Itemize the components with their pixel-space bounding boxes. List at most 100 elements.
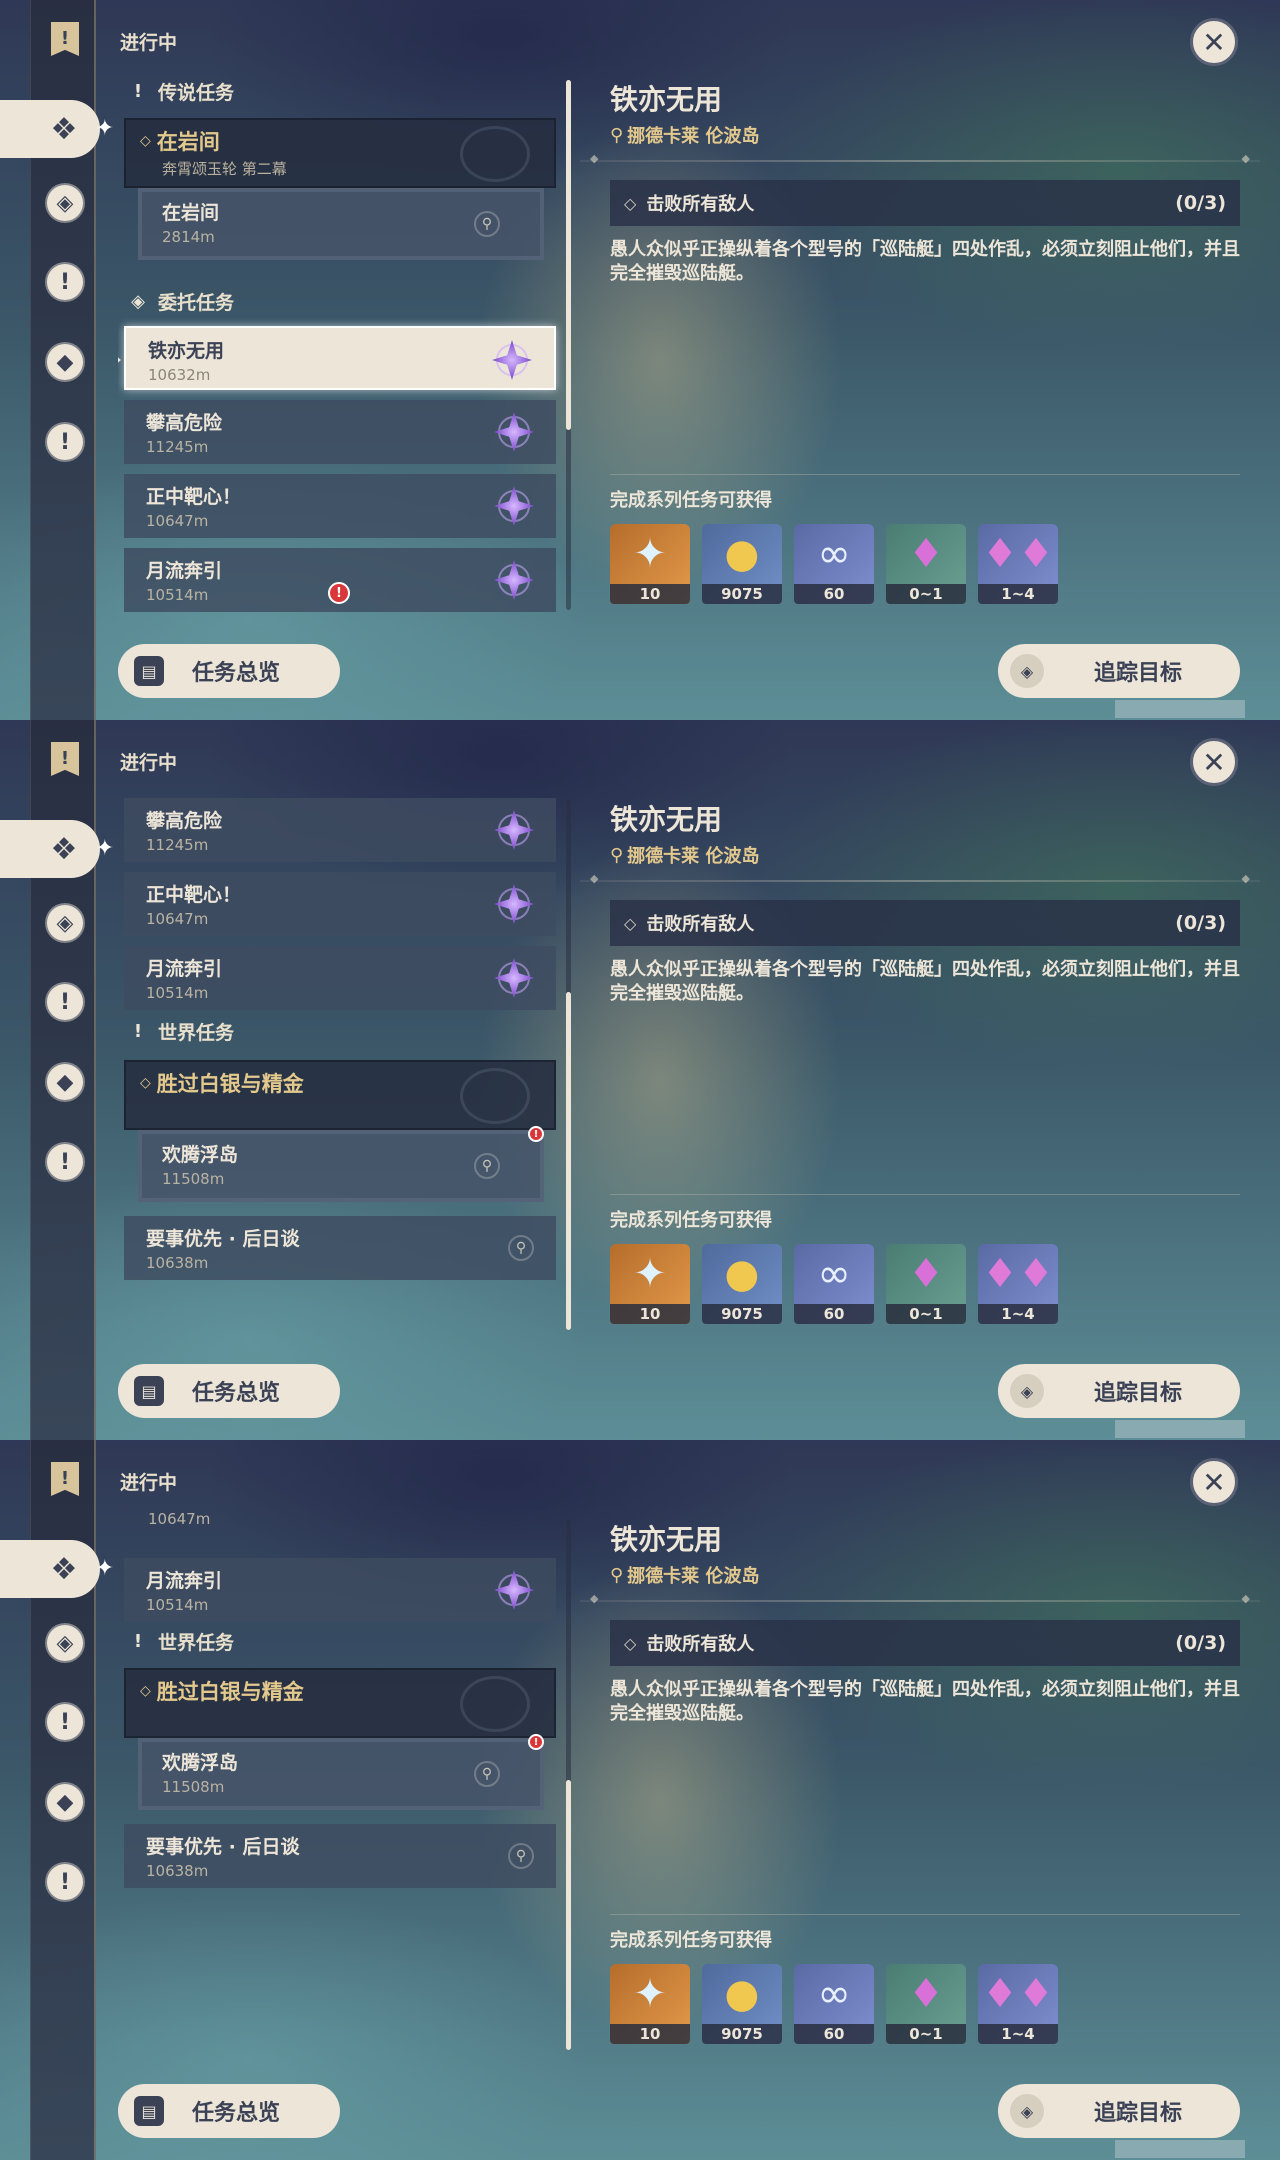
rewards-label: 完成系列任务可获得 (610, 1210, 772, 1231)
commission-icon[interactable]: ❖ (0, 820, 114, 878)
quest-distance: 2814m (162, 228, 215, 246)
primogem-icon[interactable]: ✦ 10 (610, 524, 690, 604)
scrollbar[interactable] (566, 80, 571, 610)
archon-icon[interactable]: ◈ (45, 1623, 85, 1663)
quest-item[interactable]: 攀高危险 11245m (124, 400, 556, 464)
primogem-icon[interactable]: ✦ 10 (610, 1964, 690, 2044)
reward-qty: 10 (610, 584, 690, 604)
quest-name: 正中靶心！ (146, 486, 242, 508)
mora-icon[interactable]: ● 9075 (702, 1964, 782, 2044)
alert-icon: ! (528, 1734, 544, 1750)
detail-location: ⚲ 挪德卡莱 伦波岛 (610, 842, 759, 868)
quest-book-icon[interactable]: ! (45, 18, 85, 58)
event-icon[interactable]: ◆ (45, 1062, 85, 1102)
quest-name: 欢腾浮岛 (162, 1752, 239, 1774)
crystal-icon[interactable]: ♦ 0~1 (886, 1964, 966, 2044)
archon-icon[interactable]: ◈ (45, 903, 85, 943)
objective-diamond-icon: ◇ (624, 1633, 637, 1653)
crystal-cluster-icon[interactable]: ♦♦ 1~4 (978, 524, 1058, 604)
location-pin-icon: ⚲ (508, 1235, 534, 1261)
quest-item[interactable]: 要事优先 · 后日谈 10638m ⚲ (124, 1824, 556, 1888)
event-icon[interactable]: ◆ (45, 1782, 85, 1822)
overview-label: 任务总览 (192, 661, 281, 686)
scrollbar-thumb[interactable] (566, 1780, 571, 2050)
location-pin-icon: ⚲ (610, 124, 624, 146)
quest-book-icon[interactable]: ! (45, 1458, 85, 1498)
quest-item[interactable]: 欢腾浮岛 11508m ⚲ (138, 1738, 544, 1810)
archon-icon[interactable]: ◈ (45, 183, 85, 223)
scrollbar[interactable] (566, 800, 571, 1330)
series-emblem-icon (460, 1068, 530, 1124)
exclamation-icon[interactable]: ! (45, 1862, 85, 1902)
world-quest-icon[interactable]: ! (45, 982, 85, 1022)
world-quest-icon[interactable]: ! (45, 262, 85, 302)
quest-item-selected[interactable]: 铁亦无用 10632m (118, 326, 556, 390)
detail-location: ⚲ 挪德卡莱 伦波岛 (610, 1562, 759, 1588)
adventure-exp-icon[interactable]: ∞ 60 (794, 1964, 874, 2044)
detail-title: 铁亦无用 (610, 1523, 723, 1556)
location-pin-icon: ⚲ (610, 844, 624, 866)
quest-item[interactable]: 月流奔引 10514m (124, 1558, 556, 1622)
rewards-label: 完成系列任务可获得 (610, 1930, 772, 1951)
reward-qty: 1~4 (978, 2024, 1058, 2044)
commission-icon[interactable]: ❖ (0, 1540, 114, 1598)
crystal-cluster-icon[interactable]: ♦♦ 1~4 (978, 1964, 1058, 2044)
adventure-exp-icon[interactable]: ∞ 60 (794, 524, 874, 604)
quest-name: 攀高危险 (146, 810, 223, 832)
exclamation-icon: ! (133, 1020, 143, 1042)
detail-location: ⚲ 挪德卡莱 伦波岛 (610, 122, 759, 148)
objective-row: ◇ 击败所有敌人 (0/3) (610, 900, 1240, 946)
quest-description: 愚人众似乎正操纵着各个型号的「巡陆艇」四处作乱，必须立刻阻止他们，并且完全摧毁巡… (610, 239, 1240, 284)
exclamation-icon: ! (133, 80, 143, 102)
scrollbar-thumb[interactable] (566, 992, 571, 1330)
reward-qty: 0~1 (886, 2024, 966, 2044)
quest-distance: 11245m (146, 836, 209, 854)
quest-list: 攀高危险 11245m 正中靶心！ 10647m 月流奔引 10514m ! 世… (118, 792, 568, 1332)
mora-icon[interactable]: ● 9075 (702, 524, 782, 604)
event-icon[interactable]: ◆ (45, 342, 85, 382)
scrollbar[interactable] (566, 1520, 571, 2050)
adventure-exp-icon[interactable]: ∞ 60 (794, 1244, 874, 1324)
reward-qty: 1~4 (978, 584, 1058, 604)
diamond-icon: ◇ (140, 1683, 151, 1699)
series-legend[interactable]: ◇ 在岩间 奔霄颂玉轮 第二幕 (124, 118, 556, 188)
quest-overview-button[interactable]: ▤ 任务总览 (118, 644, 340, 698)
quest-item[interactable]: 要事优先 · 后日谈 10638m ⚲ (124, 1216, 556, 1280)
quest-book-icon[interactable]: ! (45, 738, 85, 778)
quest-item[interactable]: 欢腾浮岛 11508m ⚲ (138, 1130, 544, 1202)
crystal-cluster-icon[interactable]: ♦♦ 1~4 (978, 1244, 1058, 1324)
world-quest-icon[interactable]: ! (45, 1702, 85, 1742)
quest-item[interactable]: 攀高危险 11245m (124, 798, 556, 862)
reward-qty: 9075 (702, 584, 782, 604)
series-world[interactable]: ◇ 胜过白银与精金 (124, 1668, 556, 1738)
reward-list: ✦ 10 ● 9075 ∞ 60 ♦ 0~1 ♦♦ 1~4 (610, 1964, 1058, 2044)
commission-icon[interactable]: ❖ (0, 100, 114, 158)
series-title: 在岩间 (156, 130, 220, 154)
location-pin-icon: ⚲ (474, 1761, 500, 1787)
crystal-icon[interactable]: ♦ 0~1 (886, 524, 966, 604)
overview-label: 任务总览 (192, 2101, 281, 2126)
objective-count: (0/3) (1175, 192, 1226, 214)
quest-item[interactable]: 正中靶心！ 10647m (124, 474, 556, 538)
objective-diamond-icon: ◇ (624, 193, 637, 213)
exclamation-icon: ! (133, 1630, 143, 1652)
exclamation-icon[interactable]: ! (45, 422, 85, 462)
quest-item[interactable]: 在岩间 2814m ⚲ (138, 188, 544, 260)
objective-row: ◇ 击败所有敌人 (0/3) (610, 180, 1240, 226)
crystal-icon[interactable]: ♦ 0~1 (886, 1244, 966, 1324)
series-world[interactable]: ◇ 胜过白银与精金 (124, 1060, 556, 1130)
quest-overview-button[interactable]: ▤ 任务总览 (118, 1364, 340, 1418)
divider (610, 1194, 1240, 1195)
quest-item[interactable]: 月流奔引 10514m (124, 946, 556, 1010)
detail-title: 铁亦无用 (610, 803, 723, 836)
exclamation-icon[interactable]: ! (45, 1142, 85, 1182)
quest-distance: 10638m (146, 1254, 209, 1272)
primogem-icon[interactable]: ✦ 10 (610, 1244, 690, 1324)
quest-name: 正中靶心！ (146, 884, 242, 906)
location-pin-icon: ⚲ (474, 1153, 500, 1179)
quest-overview-button[interactable]: ▤ 任务总览 (118, 2084, 340, 2138)
quest-item[interactable]: 正中靶心！ 10647m (124, 872, 556, 936)
scrollbar-thumb[interactable] (566, 80, 571, 430)
quest-description: 愚人众似乎正操纵着各个型号的「巡陆艇」四处作乱，必须立刻阻止他们，并且完全摧毁巡… (610, 1679, 1240, 1724)
mora-icon[interactable]: ● 9075 (702, 1244, 782, 1324)
